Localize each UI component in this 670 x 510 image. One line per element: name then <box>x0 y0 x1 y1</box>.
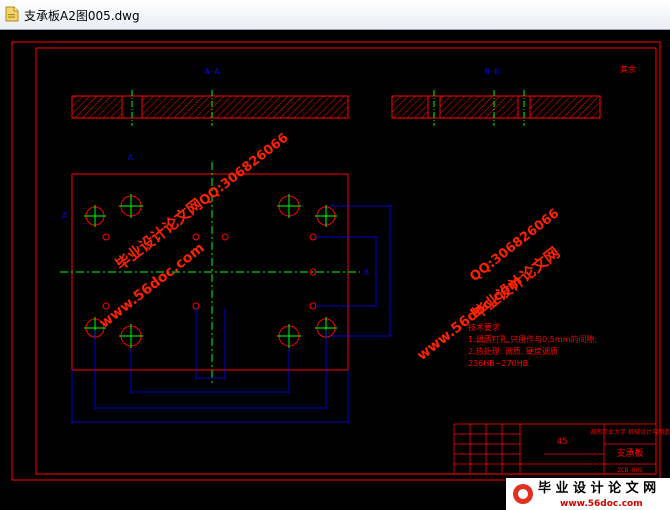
title-block-material: 45 <box>557 437 568 447</box>
section-aa-body <box>71 95 349 119</box>
bolt-hole-top-2 <box>119 194 143 218</box>
technical-requirements: 技术要求 1.调质钉孔,只用作与0.5mm的间隙; 2.热处理: 调质, 硬度调… <box>468 322 597 368</box>
section-view-aa: A-A <box>71 67 349 126</box>
section-mark-a: A <box>128 153 133 162</box>
bolt-hole-top-right <box>315 205 337 227</box>
bolt-hole-bottom-2 <box>119 324 143 348</box>
watermark-url-left: www.56doc.com <box>97 240 208 332</box>
title-block-school: 湖南农业大学 机械设计与制造 <box>590 428 670 436</box>
bolt-hole-top-left <box>84 205 106 227</box>
drawing-canvas[interactable]: A-A B-B 其余 A B A 技术要求 1.调质钉孔,只用作与0.5mm的间… <box>0 30 670 510</box>
plan-view: A B A <box>60 153 392 424</box>
tech-req-line3: 236HB~270HB. <box>468 359 531 368</box>
footer-watermark-url: www.56doc.com <box>560 499 643 509</box>
section-mark-a-left: A <box>62 211 67 220</box>
tech-req-line2: 2.热处理: 调质, 硬度调质 <box>468 346 558 356</box>
section-mark-b: B <box>364 268 369 277</box>
section-aa-label: A-A <box>205 67 220 76</box>
bolt-hole-top-3 <box>277 194 301 218</box>
roughness-note: 其余 <box>620 64 636 74</box>
footer-watermark-cn: 毕 业 设 计 论 文 网 <box>538 480 656 496</box>
title-block-part-name: 支承板 <box>616 447 643 459</box>
footer-watermark: 毕 业 设 计 论 文 网 www.56doc.com <box>506 478 670 510</box>
dwg-file-icon <box>5 6 19 22</box>
title-block-drawing-no: ZCB-005 <box>617 467 643 474</box>
svg-text:www.56doc.com: www.56doc.com <box>97 240 208 332</box>
cad-drawing: A-A B-B 其余 A B A 技术要求 1.调质钉孔,只用作与0.5mm的间… <box>11 41 670 510</box>
window-titlebar: 支承板A2图005.dwg <box>0 0 670 30</box>
section-bb-label: B-B <box>485 67 500 76</box>
tech-req-line1: 1.调质钉孔,只用作与0.5mm的间隙; <box>468 334 597 344</box>
section-view-bb: B-B 其余 <box>391 64 636 126</box>
watermark-cn-right: 毕业设计论文网 <box>469 244 563 323</box>
watermark-qq-left: QQ:306826066 <box>197 131 292 210</box>
bolt-hole-bottom-3 <box>277 324 301 348</box>
window-title: 支承板A2图005.dwg <box>24 9 140 23</box>
section-bb-body <box>391 95 601 119</box>
